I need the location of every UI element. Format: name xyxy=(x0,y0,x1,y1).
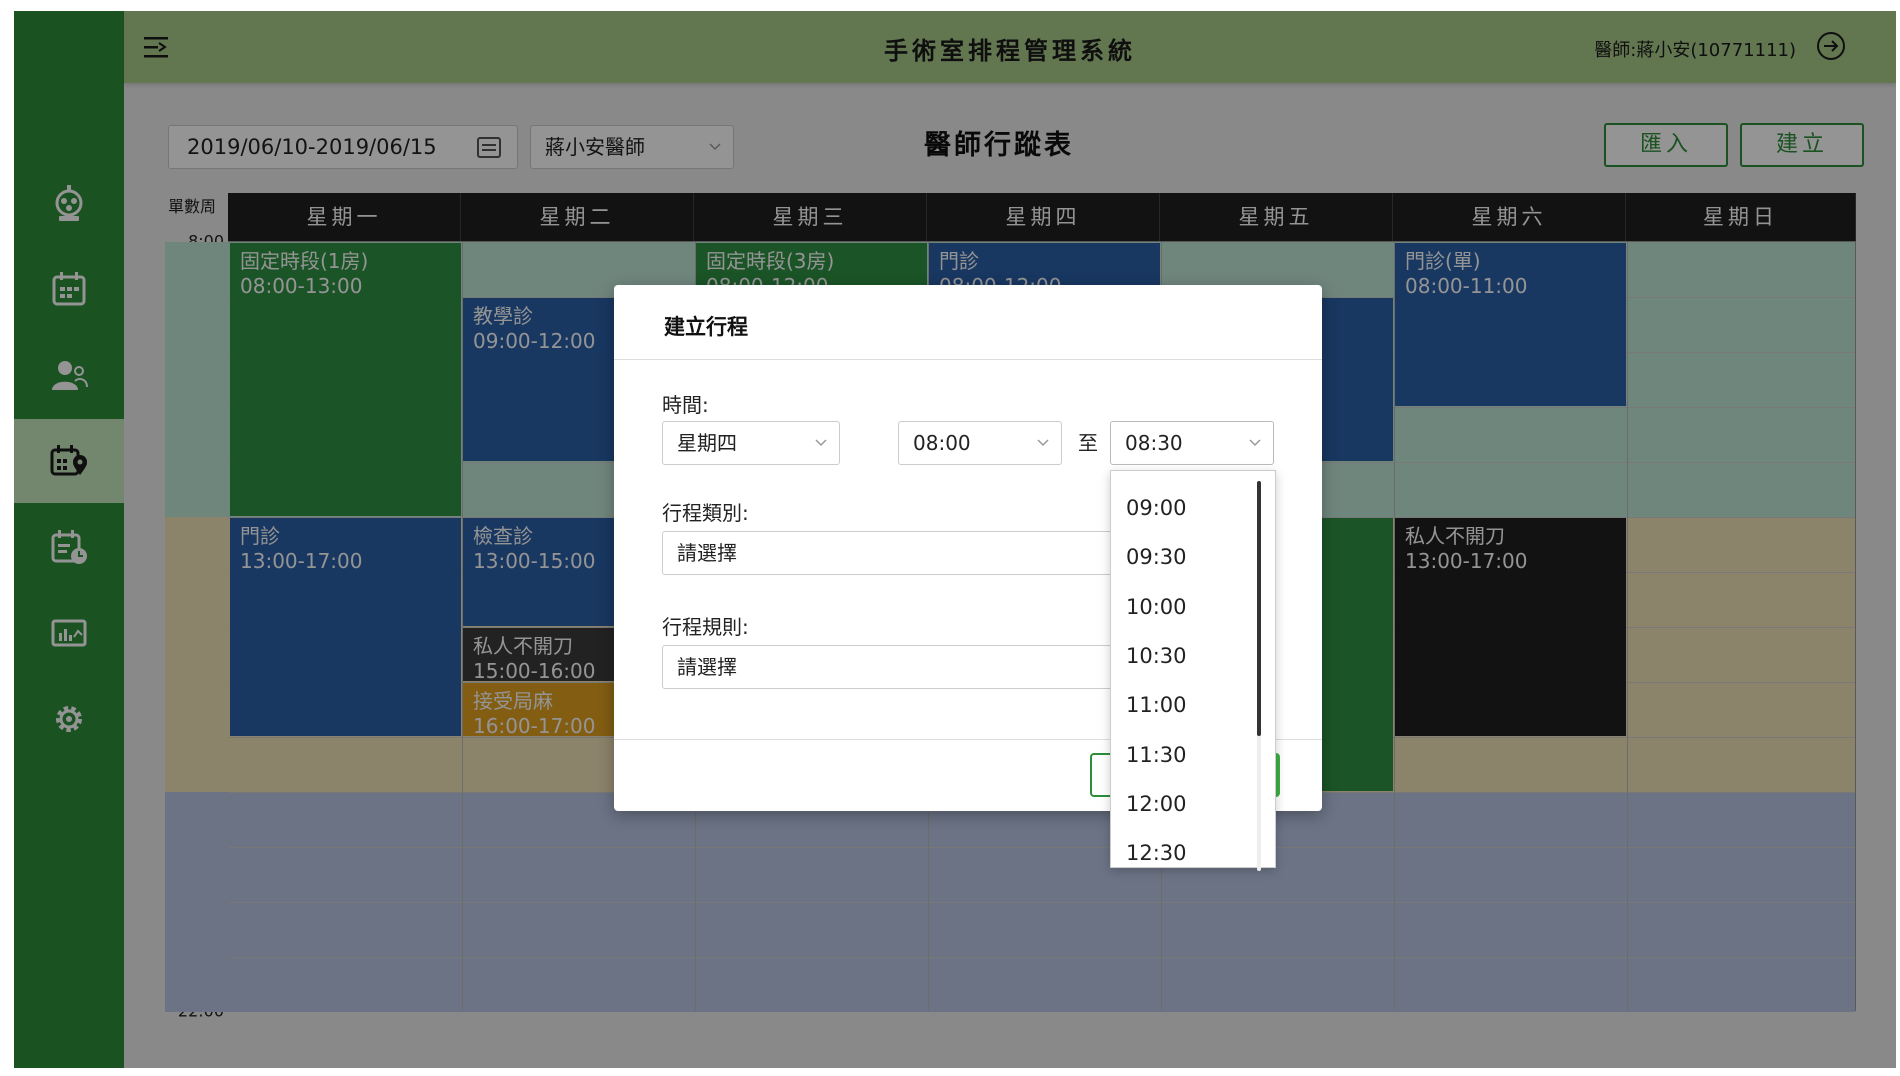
modal-title: 建立行程 xyxy=(664,315,748,339)
schedule-rule-placeholder: 請選擇 xyxy=(677,655,737,679)
chevron-down-icon xyxy=(1037,439,1049,447)
time-option[interactable]: 11:00 xyxy=(1111,680,1251,730)
schedule-type-placeholder: 請選擇 xyxy=(677,541,737,565)
to-label: 至 xyxy=(1078,431,1098,455)
schedule-rule-label: 行程規則: xyxy=(662,615,749,639)
day-select[interactable]: 星期四 xyxy=(662,421,840,465)
start-time-select[interactable]: 08:00 xyxy=(898,421,1062,465)
time-option[interactable]: 12:30 xyxy=(1111,828,1251,878)
end-time-value: 08:30 xyxy=(1125,431,1183,455)
time-option[interactable]: 12:00 xyxy=(1111,779,1251,829)
time-label: 時間: xyxy=(662,393,709,417)
modal-divider xyxy=(614,359,1322,360)
end-time-dropdown: 09:00 09:30 10:00 10:30 11:00 11:30 12:00 12:30 xyxy=(1110,470,1276,871)
day-select-value: 星期四 xyxy=(677,431,737,455)
dropdown-scrollbar-thumb[interactable] xyxy=(1257,481,1261,736)
time-option[interactable]: 11:30 xyxy=(1111,730,1251,780)
start-time-value: 08:00 xyxy=(913,431,971,455)
chevron-down-icon xyxy=(1249,439,1261,447)
time-option[interactable]: 10:30 xyxy=(1111,631,1251,681)
app-window: 手術室排程管理系統 醫師:蔣小安(10771111) 2019/06/10-20… xyxy=(14,11,1896,1068)
time-option[interactable]: 09:30 xyxy=(1111,532,1251,582)
time-option[interactable]: 10:00 xyxy=(1111,582,1251,632)
end-time-select[interactable]: 08:30 xyxy=(1110,421,1274,465)
time-option[interactable]: 09:00 xyxy=(1111,483,1251,533)
schedule-type-label: 行程類別: xyxy=(662,501,749,525)
chevron-down-icon xyxy=(815,439,827,447)
